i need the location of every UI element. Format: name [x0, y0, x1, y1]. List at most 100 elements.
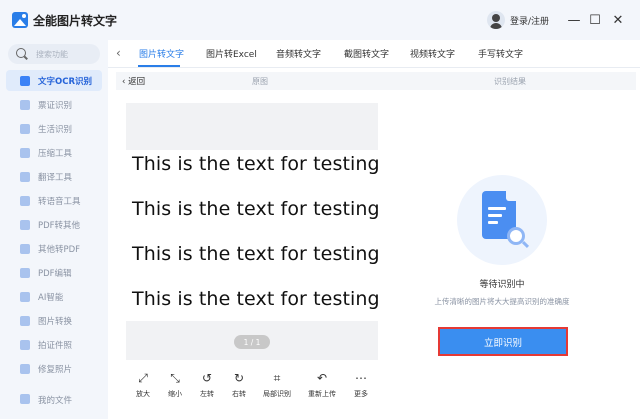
- ticket-icon: [20, 100, 30, 110]
- rotate-right-button[interactable]: ↻ 右转: [222, 367, 256, 407]
- more-button[interactable]: ⋯ 更多: [344, 367, 378, 407]
- original-column-title: 原图: [252, 77, 268, 86]
- sidebar-item-id-photo[interactable]: 拍证件照: [6, 334, 102, 355]
- minimize-button[interactable]: —: [565, 11, 583, 29]
- partial-recognize-button[interactable]: ⌗ 局部识别: [260, 367, 294, 407]
- folder-icon: [20, 394, 30, 404]
- rotate-right-icon: ↻: [233, 371, 245, 385]
- sidebar-item-label: 文字OCR识别: [38, 77, 93, 87]
- sidebar-item-ocr[interactable]: 文字OCR识别: [6, 70, 102, 91]
- close-button[interactable]: ✕: [609, 11, 627, 29]
- tool-label: 右转: [232, 390, 246, 398]
- compress-icon: [20, 148, 30, 158]
- sidebar-item-repair-photo[interactable]: 修复照片: [6, 358, 102, 379]
- image-preview: This is the text for testing. This is th…: [126, 103, 378, 360]
- image-icon: [20, 316, 30, 326]
- main-panel: ‹ 图片转文字 图片转Excel 音频转文字 截图转文字 视频转文字 手写转文字…: [108, 40, 640, 419]
- back-button[interactable]: ‹ 返回: [122, 75, 145, 87]
- preview-text-line: This is the text for testing.: [132, 153, 378, 175]
- page-indicator: 1 / 1: [234, 335, 270, 349]
- sidebar-item-compress[interactable]: 压缩工具: [6, 142, 102, 163]
- preview-text-line: This is the text for testing.: [132, 243, 378, 265]
- sidebar-item-ticket[interactable]: 票证识别: [6, 94, 102, 115]
- tab-handwriting-to-text[interactable]: 手写转文字: [478, 47, 523, 60]
- search-input[interactable]: [36, 47, 96, 61]
- zoom-in-button[interactable]: ⤢ 放大: [126, 367, 160, 407]
- magnifier-icon: [507, 227, 525, 245]
- preview-text-line: This is the text for testing.: [132, 288, 378, 310]
- preview-toolbar: ⤢ 放大 ⤡ 缩小 ↺ 左转 ↻ 右转 ⌗ 局部识别 ↶ 重新上传 ⋯ 更多: [126, 367, 378, 407]
- my-files-button[interactable]: 我的文件: [6, 389, 102, 409]
- rotate-left-button[interactable]: ↺ 左转: [190, 367, 224, 407]
- tool-label: 局部识别: [263, 390, 291, 398]
- sidebar-item-life[interactable]: 生活识别: [6, 118, 102, 139]
- subheader: ‹ 返回 原图 识别结果: [116, 72, 636, 90]
- recognize-now-button[interactable]: 立即识别: [438, 327, 568, 356]
- tab-audio-to-text[interactable]: 音频转文字: [276, 47, 321, 60]
- tool-label: 重新上传: [308, 390, 336, 398]
- recognize-now-label: 立即识别: [483, 337, 522, 349]
- my-files-label: 我的文件: [38, 396, 73, 406]
- sidebar-item-label: 翻译工具: [38, 173, 73, 183]
- app-logo-icon: [12, 12, 28, 28]
- result-column-title: 识别结果: [494, 77, 526, 86]
- title-bar: 全能图片转文字 登录/注册 — ☐ ✕: [0, 0, 640, 40]
- crop-icon: ⌗: [273, 371, 281, 385]
- search-box[interactable]: [8, 44, 100, 64]
- sidebar: 文字OCR识别 票证识别 生活识别 压缩工具 翻译工具 转语音工具 PDF转其他…: [0, 40, 108, 419]
- search-icon: [16, 48, 26, 58]
- sidebar-item-pdf-to-other[interactable]: PDF转其他: [6, 214, 102, 235]
- ocr-icon: [20, 76, 30, 86]
- tab-image-to-text[interactable]: 图片转文字: [139, 47, 184, 60]
- more-icon: ⋯: [355, 371, 367, 385]
- recognition-hint: 上传清晰的图片将大大提高识别的准确度: [434, 297, 570, 306]
- sidebar-item-tts[interactable]: 转语音工具: [6, 190, 102, 211]
- sidebar-item-label: 拍证件照: [38, 341, 73, 351]
- file-convert-icon: [20, 244, 30, 254]
- zoom-out-button[interactable]: ⤡ 缩小: [158, 367, 192, 407]
- sidebar-item-other-to-pdf[interactable]: 其他转PDF: [6, 238, 102, 259]
- sidebar-item-label: PDF编辑: [38, 269, 72, 279]
- login-button[interactable]: 登录/注册: [510, 14, 549, 27]
- translate-icon: [20, 172, 30, 182]
- camera-icon: [20, 340, 30, 350]
- recognition-status: 等待识别中: [479, 280, 525, 290]
- sidebar-item-label: 修复照片: [38, 365, 73, 375]
- repair-icon: [20, 364, 30, 374]
- app-title: 全能图片转文字: [33, 14, 118, 28]
- tabs-bar: ‹ 图片转文字 图片转Excel 音频转文字 截图转文字 视频转文字 手写转文字: [108, 40, 640, 68]
- ai-icon: [20, 292, 30, 302]
- pdf-edit-icon: [20, 268, 30, 278]
- sidebar-item-label: 转语音工具: [38, 197, 81, 207]
- sidebar-item-label: 压缩工具: [38, 149, 73, 159]
- sidebar-item-label: AI智能: [38, 293, 64, 303]
- sidebar-item-label: 票证识别: [38, 101, 73, 111]
- sidebar-item-label: 生活识别: [38, 125, 73, 135]
- sidebar-item-label: PDF转其他: [38, 221, 81, 231]
- reupload-button[interactable]: ↶ 重新上传: [305, 367, 339, 407]
- tab-image-to-excel[interactable]: 图片转Excel: [206, 47, 257, 60]
- chevron-left-icon[interactable]: ‹: [116, 46, 121, 60]
- preview-margin-top: [126, 103, 378, 150]
- tool-label: 缩小: [168, 390, 182, 398]
- tool-label: 放大: [136, 390, 150, 398]
- tool-label: 更多: [354, 390, 368, 398]
- sidebar-item-ai[interactable]: AI智能: [6, 286, 102, 307]
- active-tab-indicator: [138, 65, 180, 67]
- sidebar-item-label: 其他转PDF: [38, 245, 81, 255]
- reupload-icon: ↶: [316, 371, 328, 385]
- tab-video-to-text[interactable]: 视频转文字: [410, 47, 455, 60]
- sidebar-item-label: 图片转换: [38, 317, 73, 327]
- maximize-button[interactable]: ☐: [586, 11, 604, 29]
- shrink-icon: ⤡: [170, 371, 180, 385]
- sidebar-item-pdf-edit[interactable]: PDF编辑: [6, 262, 102, 283]
- rotate-left-icon: ↺: [201, 371, 213, 385]
- sidebar-item-image-convert[interactable]: 图片转换: [6, 310, 102, 331]
- user-avatar-icon[interactable]: [487, 11, 505, 29]
- pdf-icon: [20, 220, 30, 230]
- tab-screenshot-to-text[interactable]: 截图转文字: [344, 47, 389, 60]
- leaf-icon: [20, 124, 30, 134]
- sidebar-item-translate[interactable]: 翻译工具: [6, 166, 102, 187]
- tool-label: 左转: [200, 390, 214, 398]
- preview-text-line: This is the text for testing.: [132, 198, 378, 220]
